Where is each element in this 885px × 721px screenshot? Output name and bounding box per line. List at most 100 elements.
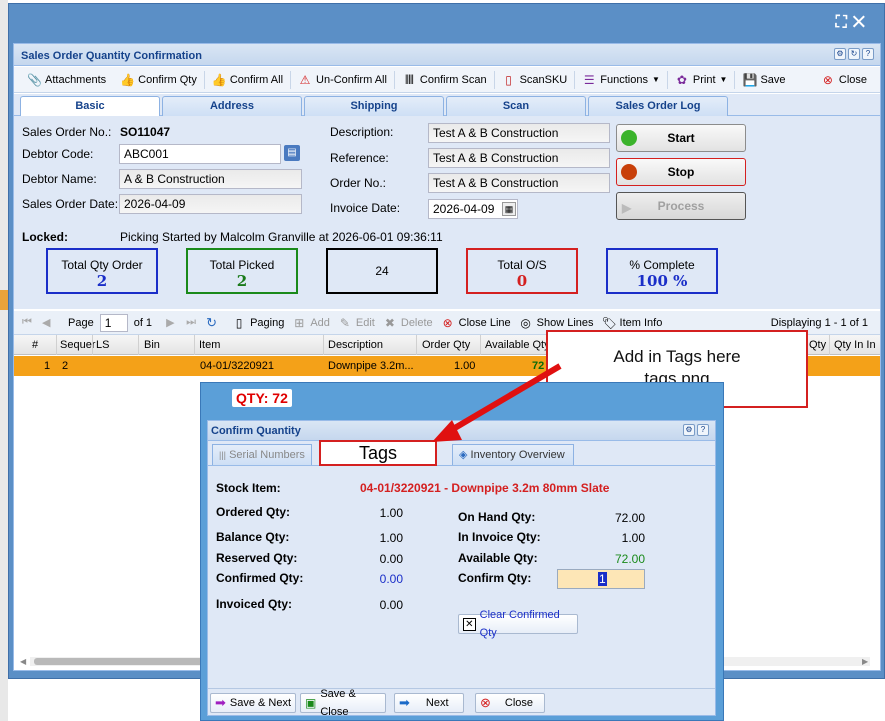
reserved-qty-value: 0.00 bbox=[379, 552, 403, 566]
tab-serial-numbers[interactable]: ||| Serial Numbers bbox=[212, 444, 312, 465]
scroll-right-icon[interactable]: ▶ bbox=[862, 657, 868, 666]
dialog-title: Confirm Quantity bbox=[211, 425, 301, 437]
confirm-qty-label: Confirm Qty: bbox=[458, 571, 532, 585]
col-item[interactable]: Item bbox=[199, 339, 220, 351]
confirmed-qty-value: 0.00 bbox=[379, 572, 403, 586]
dialog-close-button[interactable]: ⊗ Close bbox=[475, 693, 545, 713]
next-page-icon[interactable]: ▶ bbox=[166, 316, 186, 329]
confirm-all-button[interactable]: 👍 Confirm All bbox=[205, 69, 290, 91]
available-qty-value: 72.00 bbox=[614, 552, 645, 566]
basic-form: Sales Order No.: SO11047 Debtor Code: AB… bbox=[14, 116, 880, 309]
row-available: 72 bbox=[532, 360, 545, 372]
stop-button[interactable]: Stop bbox=[616, 158, 746, 186]
close-circle-icon: ⊗ bbox=[822, 72, 833, 87]
balance-qty-label: Balance Qty: bbox=[216, 530, 290, 544]
help-icon[interactable]: ? bbox=[862, 48, 874, 60]
lookup-icon[interactable]: ▤ bbox=[284, 145, 300, 161]
scan-sku-button[interactable]: ▯ ScanSKU bbox=[495, 69, 575, 91]
add-button[interactable]: ⊞ Add bbox=[288, 312, 334, 334]
reference-label: Reference: bbox=[330, 151, 389, 165]
first-page-icon[interactable]: ⏮ bbox=[22, 316, 42, 329]
delete-button[interactable]: ✖ Delete bbox=[379, 312, 437, 334]
total-qty-order-box: Total Qty Order 2 bbox=[46, 248, 158, 294]
refresh-icon[interactable]: ↻ bbox=[206, 315, 228, 331]
so-date-field[interactable]: 2026-04-09 bbox=[119, 194, 302, 214]
debtor-name-field[interactable]: A & B Construction bbox=[119, 169, 302, 189]
edit-button[interactable]: ✎ Edit bbox=[334, 312, 379, 334]
dialog-footer: ➡ Save & Next ▣ Save & Close ➡ Next ⊗ Close bbox=[208, 688, 715, 718]
save-button[interactable]: 💾 Save bbox=[735, 69, 792, 91]
invoiced-qty-label: Invoiced Qty: bbox=[216, 597, 293, 611]
balance-qty-value: 1.00 bbox=[379, 531, 403, 545]
scroll-left-icon[interactable]: ◀ bbox=[20, 657, 26, 666]
next-button[interactable]: ➡ Next bbox=[394, 693, 464, 713]
start-button[interactable]: Start bbox=[616, 124, 746, 152]
process-button[interactable]: ▶ Process bbox=[616, 192, 746, 220]
debtor-code-label: Debtor Code: bbox=[22, 147, 94, 161]
save-close-button[interactable]: ▣ Save & Close bbox=[300, 688, 386, 718]
tab-shipping[interactable]: Shipping bbox=[304, 96, 444, 116]
tab-inventory-overview[interactable]: ◈ Inventory Overview bbox=[452, 444, 574, 465]
tab-strip: Basic Address Shipping Scan Sales Order … bbox=[14, 94, 880, 117]
qty-badge: QTY: 72 bbox=[232, 389, 292, 407]
help-icon[interactable]: ? bbox=[697, 424, 709, 436]
col-num[interactable]: # bbox=[32, 339, 38, 351]
ordered-qty-label: Ordered Qty: bbox=[216, 505, 291, 519]
tab-sales-order-log[interactable]: Sales Order Log bbox=[588, 96, 728, 116]
gear-icon[interactable]: ⚙ bbox=[834, 48, 846, 60]
col-description[interactable]: Description bbox=[328, 339, 383, 351]
close-icon[interactable]: ✕ bbox=[853, 14, 871, 31]
refresh-icon[interactable]: ↻ bbox=[848, 48, 860, 60]
tab-address[interactable]: Address bbox=[162, 96, 302, 116]
col-available-qty[interactable]: Available Qty bbox=[485, 339, 550, 351]
order-no-field[interactable]: Test A & B Construction bbox=[428, 173, 610, 193]
pct-complete-box: % Complete 100 % bbox=[606, 248, 718, 294]
gear-icon[interactable]: ⚙ bbox=[683, 424, 695, 436]
chevron-down-icon: ▼ bbox=[651, 75, 660, 84]
save-next-button[interactable]: ➡ Save & Next bbox=[210, 693, 296, 713]
in-invoice-qty-label: In Invoice Qty: bbox=[458, 530, 541, 544]
close-circle-icon: ⊗ bbox=[480, 695, 491, 710]
confirm-qty-input[interactable]: 1 bbox=[557, 569, 645, 589]
delete-icon: ✖ bbox=[384, 315, 395, 330]
description-label: Description: bbox=[330, 125, 394, 139]
scanner-icon: ▯ bbox=[505, 72, 512, 87]
tab-scan[interactable]: Scan bbox=[446, 96, 586, 116]
confirm-scan-button[interactable]: ||||| Confirm Scan bbox=[395, 69, 494, 91]
locked-value: Picking Started by Malcolm Granville at … bbox=[120, 230, 443, 244]
thumbs-up-icon: 👍 bbox=[120, 72, 136, 87]
red-dot-icon bbox=[621, 164, 637, 180]
confirm-qty-button[interactable]: 👍 Confirm Qty bbox=[113, 69, 204, 91]
close-button[interactable]: ⊗ Close bbox=[814, 69, 874, 91]
maximize-icon[interactable]: ⛶ bbox=[836, 14, 853, 31]
checkbox-x-icon: ✕ bbox=[463, 617, 476, 631]
paging-button[interactable]: ▯ Paging bbox=[228, 312, 288, 334]
list-icon: ☰ bbox=[583, 72, 595, 87]
debtor-code-field[interactable]: ABC001 bbox=[119, 144, 281, 164]
dialog-body: Stock Item: 04-01/3220921 - Downpipe 3.2… bbox=[208, 467, 715, 687]
functions-menu[interactable]: ☰ Functions ▼ bbox=[575, 69, 667, 91]
description-field[interactable]: Test A & B Construction bbox=[428, 123, 610, 143]
last-page-icon[interactable]: ⏭ bbox=[186, 316, 206, 329]
print-menu[interactable]: ✿ Print ▼ bbox=[668, 69, 735, 91]
tab-basic[interactable]: Basic bbox=[20, 96, 160, 117]
unconfirm-all-button[interactable]: ⚠ Un-Confirm All bbox=[291, 69, 394, 91]
panel-titlebar: Sales Order Quantity Confirmation ⚙ ↻? bbox=[14, 44, 880, 66]
col-order-qty[interactable]: Order Qty bbox=[422, 339, 470, 351]
attachments-button[interactable]: 📎 Attachments bbox=[20, 69, 113, 91]
clear-confirmed-qty-button[interactable]: ✕ Clear Confirmed Qty bbox=[458, 609, 578, 639]
tab-tags[interactable]: Tags bbox=[319, 440, 437, 466]
reference-field[interactable]: Test A & B Construction bbox=[428, 148, 610, 168]
close-line-button[interactable]: ⊗ Close Line bbox=[437, 312, 515, 334]
col-qty-in-invoice[interactable]: Qty In In bbox=[834, 339, 876, 351]
prev-page-icon[interactable]: ◀ bbox=[42, 316, 62, 329]
col-bin[interactable]: Bin bbox=[144, 339, 160, 351]
stock-item-label: Stock Item: bbox=[216, 481, 281, 495]
calendar-icon[interactable]: ▦ bbox=[502, 202, 516, 216]
col-ls[interactable]: LS bbox=[96, 339, 109, 351]
green-dot-icon bbox=[621, 130, 637, 146]
col-qty[interactable]: Qty bbox=[809, 339, 826, 351]
locked-label: Locked: bbox=[22, 230, 69, 244]
col-sequence[interactable]: Sequer bbox=[60, 339, 95, 351]
page-input[interactable]: 1 bbox=[99, 313, 128, 332]
